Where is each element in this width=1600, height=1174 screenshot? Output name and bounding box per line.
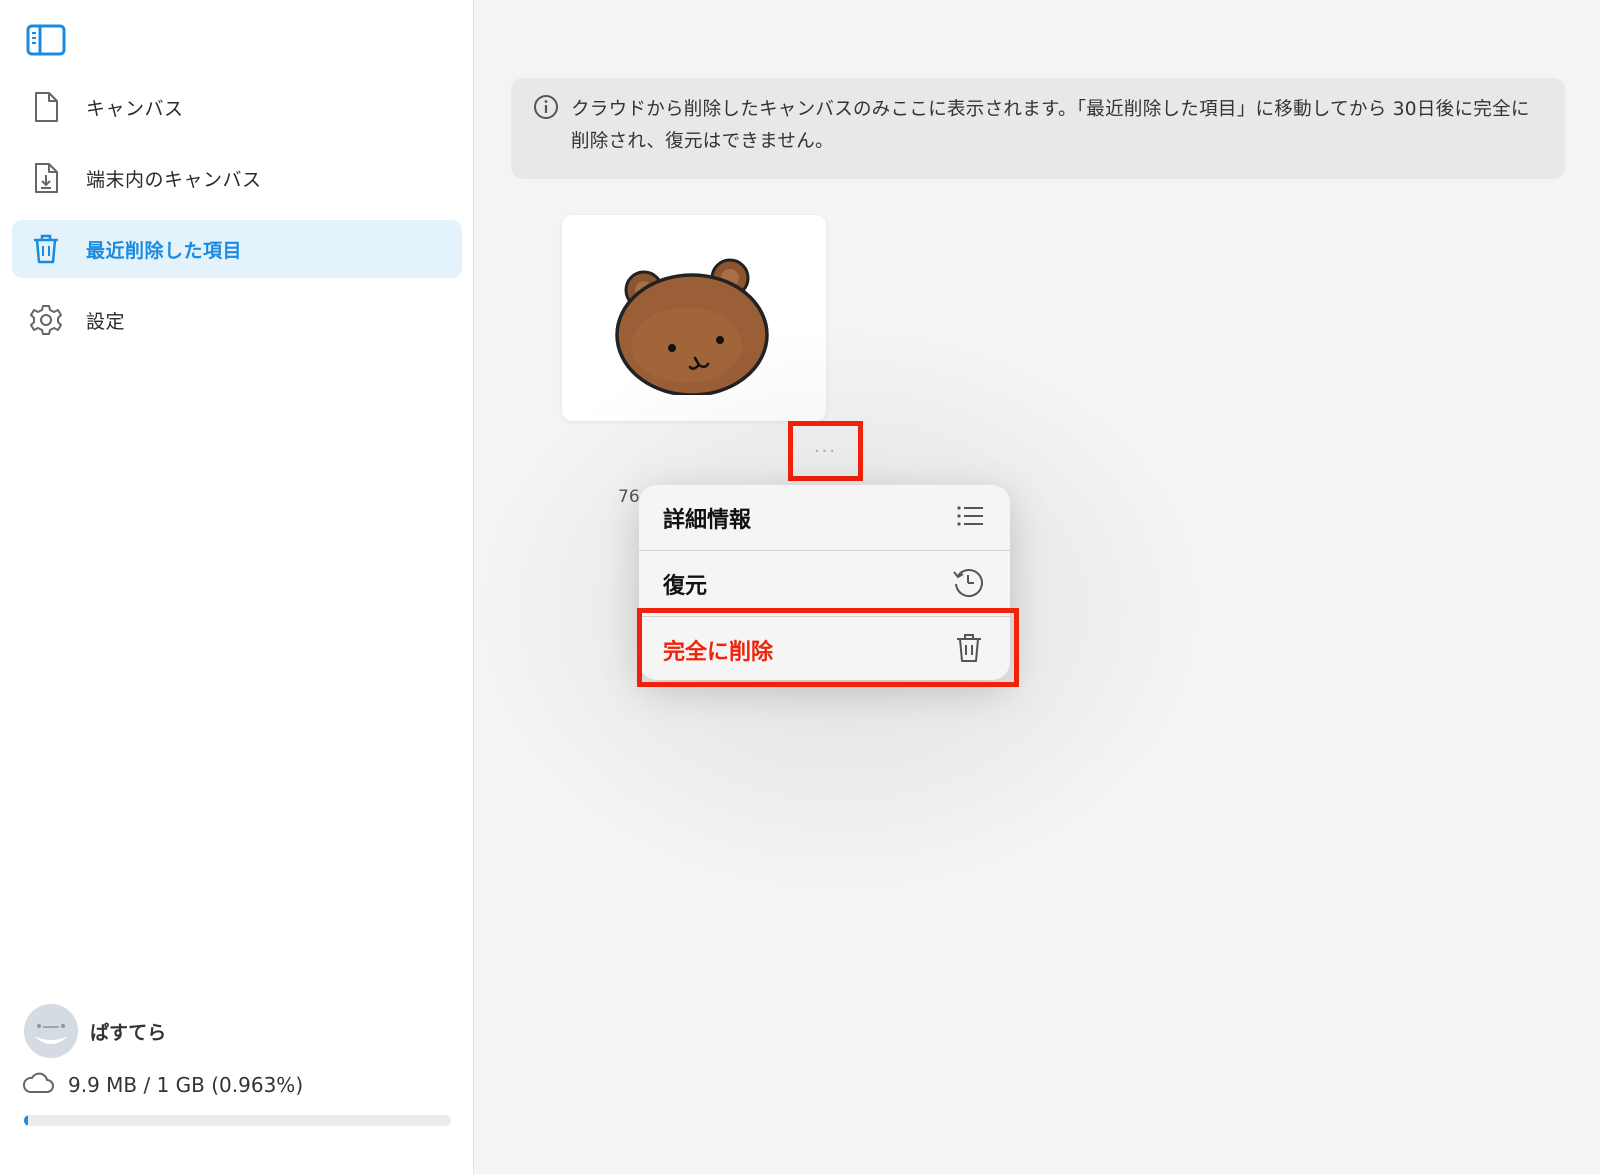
sidebar-item-label: キャンバス	[86, 97, 184, 120]
sidebar-item-device-canvas[interactable]: 端末内のキャンバス	[12, 149, 462, 207]
highlight-annotation	[637, 608, 1019, 687]
menu-item-label: 詳細情報	[663, 507, 752, 533]
list-icon	[956, 504, 984, 532]
history-icon	[952, 566, 984, 602]
sidebar: キャンバス 端末内のキャンバス 最近削除した項目 設定 ぱすてら 9.9 MB …	[0, 0, 474, 1174]
menu-item-restore[interactable]: 復元	[639, 551, 1010, 616]
gear-icon	[28, 302, 64, 338]
account-name: ぱすてら	[90, 1021, 167, 1044]
more-options-button[interactable]: ···	[788, 421, 863, 481]
sidebar-item-recently-deleted[interactable]: 最近削除した項目	[12, 220, 462, 278]
sidebar-item-label: 最近削除した項目	[86, 239, 243, 262]
trash-icon	[28, 231, 64, 267]
sidebar-item-label: 設定	[86, 310, 126, 333]
avatar	[24, 1004, 78, 1058]
storage-text: 9.9 MB / 1 GB (0.963%)	[68, 1073, 304, 1097]
info-notice: クラウドから削除したキャンバスのみここに表示されます。「最近削除した項目」に移動…	[511, 78, 1565, 179]
ellipsis-icon: ···	[813, 440, 838, 462]
document-download-icon	[28, 160, 64, 196]
info-icon	[533, 94, 559, 120]
notice-text: クラウドから削除したキャンバスのみここに表示されます。「最近削除した項目」に移動…	[571, 99, 1530, 152]
sidebar-item-canvas[interactable]: キャンバス	[12, 78, 462, 136]
menu-item-details[interactable]: 詳細情報	[639, 485, 1010, 550]
sidebar-toggle-icon[interactable]	[26, 24, 66, 58]
cloud-icon	[22, 1072, 54, 1098]
sidebar-item-label: 端末内のキャンバス	[86, 168, 262, 191]
canvas-size-text: 76	[618, 487, 640, 507]
storage-progress	[24, 1115, 451, 1126]
sidebar-item-settings[interactable]: 設定	[12, 291, 462, 349]
menu-item-label: 復元	[663, 573, 708, 599]
storage-progress-fill	[24, 1115, 29, 1126]
account[interactable]: ぱすてら	[24, 1004, 166, 1058]
storage-info: 9.9 MB / 1 GB (0.963%)	[22, 1072, 303, 1098]
document-icon	[28, 89, 64, 125]
